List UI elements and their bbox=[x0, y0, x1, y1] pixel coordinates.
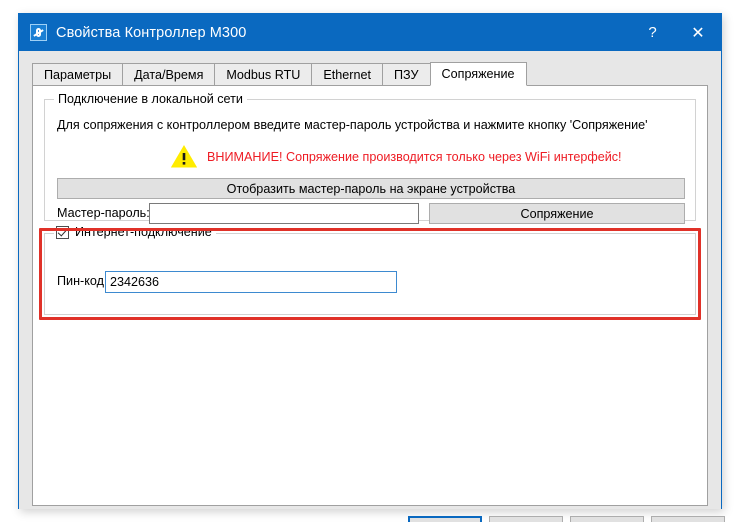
tab-parameters[interactable]: Параметры bbox=[32, 63, 123, 85]
tab-rom[interactable]: ПЗУ bbox=[382, 63, 431, 85]
local-network-group: Подключение в локальной сети Для сопряже… bbox=[44, 99, 696, 221]
pairing-button[interactable]: Сопряжение bbox=[429, 203, 685, 224]
dialog-body: Параметры Дата/Время Modbus RTU Ethernet… bbox=[19, 51, 721, 509]
internet-connection-group: Интернет-подключение Пин-код: bbox=[44, 233, 696, 315]
tab-modbus-rtu[interactable]: Modbus RTU bbox=[214, 63, 312, 85]
warning-row: ВНИМАНИЕ! Сопряжение производится только… bbox=[171, 145, 622, 168]
pin-code-input[interactable] bbox=[105, 271, 397, 293]
warning-text: ВНИМАНИЕ! Сопряжение производится только… bbox=[207, 150, 622, 164]
tab-pairing[interactable]: Сопряжение bbox=[430, 62, 527, 86]
show-master-password-button[interactable]: Отобразить мастер-пароль на экране устро… bbox=[57, 178, 685, 199]
checkmark-icon bbox=[56, 226, 69, 239]
screenshot-canvas: Свойства Контроллер M300 ? ✕ Параметры Д… bbox=[0, 0, 740, 522]
tab-datetime[interactable]: Дата/Время bbox=[122, 63, 215, 85]
internet-connection-checkbox[interactable]: Интернет-подключение bbox=[54, 225, 216, 239]
window-controls: ? ✕ bbox=[630, 14, 721, 51]
ok-button[interactable]: OK bbox=[408, 516, 482, 522]
window-title: Свойства Контроллер M300 bbox=[56, 25, 246, 41]
warning-triangle-icon bbox=[171, 145, 197, 168]
help-button[interactable]: Help bbox=[651, 516, 725, 522]
apply-button[interactable]: Apply bbox=[570, 516, 644, 522]
tab-ethernet[interactable]: Ethernet bbox=[311, 63, 383, 85]
local-network-group-title: Подключение в локальной сети bbox=[54, 92, 247, 106]
controller-icon bbox=[30, 24, 47, 41]
pairing-hint-text: Для сопряжения с контроллером введите ма… bbox=[57, 118, 648, 132]
title-bar: Свойства Контроллер M300 ? ✕ bbox=[19, 14, 721, 51]
properties-dialog: Свойства Контроллер M300 ? ✕ Параметры Д… bbox=[18, 13, 722, 509]
cancel-button[interactable]: Cancel bbox=[489, 516, 563, 522]
master-password-input[interactable] bbox=[149, 203, 419, 224]
pin-code-label: Пин-код: bbox=[57, 274, 107, 288]
help-icon[interactable]: ? bbox=[630, 14, 675, 51]
close-icon[interactable]: ✕ bbox=[675, 14, 721, 51]
internet-connection-label: Интернет-подключение bbox=[75, 225, 212, 239]
master-password-label: Мастер-пароль: bbox=[57, 206, 150, 220]
tab-strip: Параметры Дата/Время Modbus RTU Ethernet… bbox=[32, 63, 708, 86]
tab-page-pairing: Подключение в локальной сети Для сопряже… bbox=[32, 85, 708, 506]
